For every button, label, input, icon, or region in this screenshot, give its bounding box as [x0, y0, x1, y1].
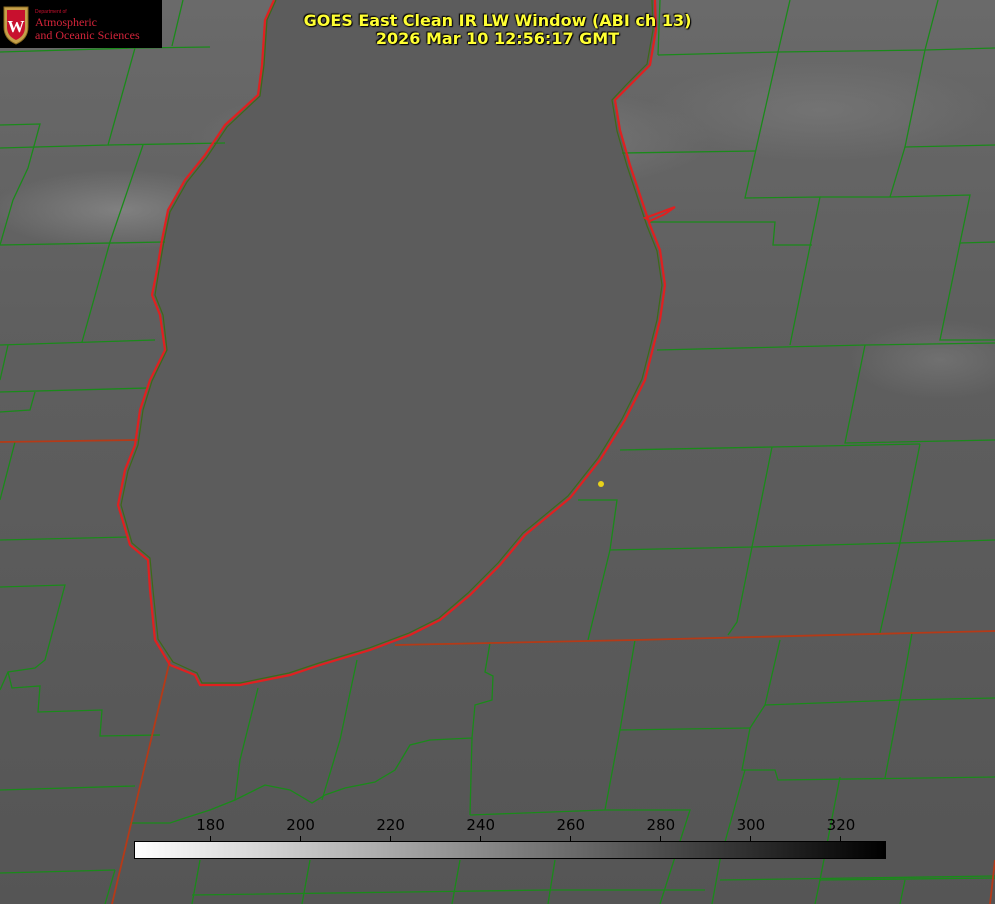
colorbar-tick-label: 220 — [376, 816, 405, 834]
colorbar-tick-mark — [570, 836, 572, 842]
colorbar-tick-mark — [210, 836, 212, 842]
colorbar-tick-mark — [750, 836, 752, 842]
logo-line2: and Oceanic Sciences — [35, 28, 140, 42]
satellite-image-view: GOES East Clean IR LW Window (ABI ch 13)… — [0, 0, 995, 904]
colorbar-tick-mark — [300, 836, 302, 842]
uw-crest-icon: W — [3, 6, 29, 45]
colorbar-tick-label: 240 — [466, 816, 496, 834]
cloud-band — [650, 60, 990, 160]
colorbar-tick-label: 200 — [286, 816, 315, 834]
colorbar-tick-label: 280 — [646, 816, 676, 834]
location-marker — [598, 481, 604, 487]
colorbar-tick-label: 260 — [556, 816, 586, 834]
colorbar-tick-mark — [840, 836, 842, 842]
aos-logo: W Department of Atmospheric and Oceanic … — [0, 0, 162, 48]
colorbar-tick-label: 300 — [736, 816, 766, 834]
map-canvas — [0, 0, 995, 904]
colorbar-tick-label: 320 — [826, 816, 856, 834]
colorbar-tick-label: 180 — [196, 816, 225, 834]
colorbar-tick-mark — [660, 836, 662, 842]
svg-text:W: W — [8, 17, 25, 36]
colorbar-tick-mark — [480, 836, 482, 842]
colorbar — [134, 841, 886, 859]
colorbar-tick-mark — [390, 836, 392, 842]
